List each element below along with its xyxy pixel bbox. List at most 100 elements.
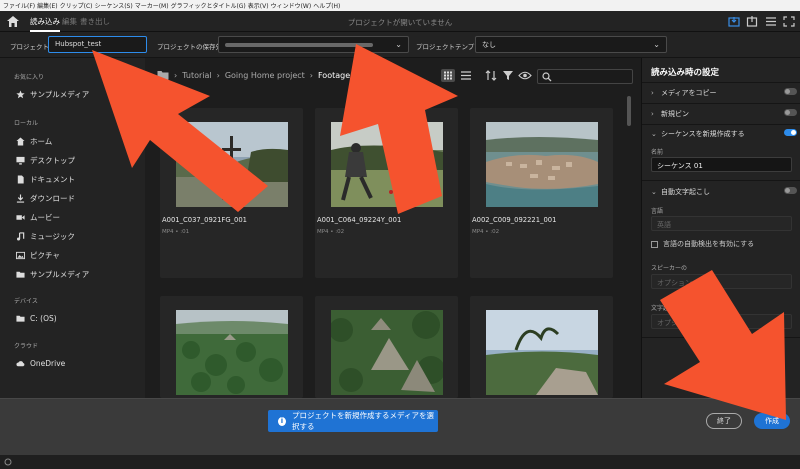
clip-thumbnail-cross bbox=[176, 122, 288, 207]
divider bbox=[642, 103, 800, 104]
caption-accuracy-label: 文字起こしの精 bbox=[651, 305, 694, 312]
eye-icon[interactable] bbox=[518, 69, 532, 82]
sidebar-item-drive-c[interactable]: C: (OS) bbox=[16, 314, 57, 323]
language-select[interactable]: 英語 bbox=[651, 216, 792, 231]
sidebar-item-movies[interactable]: ムービー bbox=[16, 212, 60, 223]
sequence-name-input[interactable]: シーケンス 01 bbox=[651, 157, 792, 172]
project-name-input[interactable]: Hubspot_test bbox=[48, 36, 147, 53]
project-status: プロジェクトが開いていません bbox=[347, 18, 453, 27]
filter-icon[interactable] bbox=[501, 69, 515, 82]
sidebar-item-pictures[interactable]: ピクチャ bbox=[16, 250, 60, 261]
select-media-info: i プロジェクトを新規作成するメディアを選択する bbox=[268, 410, 438, 432]
project-template-select[interactable]: なし ⌄ bbox=[475, 36, 667, 53]
breadcrumb-item-footage[interactable]: Footage bbox=[318, 71, 350, 80]
copy-media-label: メディアをコピー bbox=[661, 89, 717, 97]
menu-bar: ファイル(F) 編集(E) クリップ(C) シーケンス(S) マーカー(M) グ… bbox=[0, 0, 800, 11]
sidebar-item-desktop[interactable]: デスクトップ bbox=[16, 155, 75, 166]
auto-detect-label: 言語の自動検出を有効にする bbox=[663, 240, 755, 248]
create-sequence-row[interactable]: ⌄ シーケンスを新規作成する bbox=[651, 129, 797, 139]
favorites-heading: お気に入り bbox=[14, 74, 45, 81]
panel-menu-icon[interactable] bbox=[765, 16, 777, 27]
menu-view[interactable]: 表示(V) bbox=[248, 1, 269, 10]
fullscreen-icon[interactable] bbox=[783, 16, 795, 27]
media-card[interactable] bbox=[470, 296, 613, 398]
menu-edit[interactable]: 編集(E) bbox=[37, 1, 57, 10]
chevron-down-icon: ⌄ bbox=[653, 40, 660, 49]
exit-button[interactable]: 終了 bbox=[706, 413, 742, 429]
breadcrumb-item-going-home[interactable]: Going Home project bbox=[225, 71, 305, 80]
document-icon bbox=[17, 175, 24, 184]
sidebar-item-label: ミュージック bbox=[30, 232, 75, 241]
caption-accuracy-value: オプションを bbox=[657, 319, 699, 327]
project-location-select[interactable]: ⌄ bbox=[218, 36, 409, 53]
language-value: 英語 bbox=[657, 221, 671, 229]
status-bar bbox=[0, 455, 800, 469]
sidebar-item-home[interactable]: ホーム bbox=[16, 136, 52, 147]
new-bin-row[interactable]: › 新規ビン bbox=[651, 109, 797, 119]
divider bbox=[642, 180, 800, 181]
menu-graphics[interactable]: グラフィックとタイトル(G) bbox=[171, 1, 246, 10]
sidebar-item-onedrive[interactable]: OneDrive bbox=[16, 359, 65, 368]
breadcrumb-item-tutorial[interactable]: Tutorial bbox=[182, 71, 211, 80]
folder-icon bbox=[16, 271, 25, 278]
new-bin-toggle[interactable] bbox=[784, 109, 797, 116]
sidebar-item-sample-media[interactable]: サンプルメディア bbox=[16, 269, 89, 280]
image-icon bbox=[16, 251, 25, 260]
star-icon[interactable] bbox=[355, 70, 364, 80]
menu-file[interactable]: ファイル(F) bbox=[3, 1, 35, 10]
auto-caption-toggle[interactable] bbox=[784, 187, 797, 194]
clip-thumbnail-football bbox=[331, 122, 443, 207]
menu-help[interactable]: ヘルプ(H) bbox=[313, 1, 340, 10]
create-button[interactable]: 作成 bbox=[754, 413, 790, 429]
caption-accuracy-select[interactable]: オプションを bbox=[651, 314, 792, 329]
sidebar-item-label: ムービー bbox=[30, 213, 60, 222]
media-scrollbar[interactable] bbox=[627, 96, 631, 126]
media-card[interactable] bbox=[315, 296, 458, 398]
share-icon[interactable] bbox=[746, 16, 758, 27]
menu-clip[interactable]: クリップ(C) bbox=[60, 1, 93, 10]
folder-icon bbox=[16, 315, 25, 322]
monitor-icon bbox=[16, 156, 25, 165]
list-view-icon[interactable] bbox=[459, 69, 473, 82]
sidebar-item-downloads[interactable]: ダウンロード bbox=[16, 193, 75, 204]
clip-thumbnail-pyramid bbox=[331, 310, 443, 395]
create-sequence-toggle[interactable] bbox=[784, 129, 797, 136]
cloud-icon bbox=[16, 361, 25, 367]
sidebar-item-sample-media-fav[interactable]: サンプルメディア bbox=[16, 89, 89, 100]
auto-caption-row[interactable]: ⌄ 自動文字起こし bbox=[651, 187, 797, 197]
search-input[interactable] bbox=[537, 69, 633, 84]
divider bbox=[642, 337, 800, 338]
blurred-path bbox=[225, 43, 373, 47]
chevron-down-icon: ⌄ bbox=[651, 188, 657, 196]
clip-meta: MP4 • :02 bbox=[317, 229, 345, 235]
import-settings-title: 読み込み時の設定 bbox=[651, 68, 720, 78]
folder-icon bbox=[157, 71, 169, 80]
breadcrumb-separator: › bbox=[216, 70, 220, 80]
breadcrumb: › Tutorial › Going Home project › Footag… bbox=[157, 70, 364, 80]
sidebar-item-documents[interactable]: ドキュメント bbox=[16, 174, 75, 185]
star-icon bbox=[16, 90, 25, 99]
breadcrumb-separator: › bbox=[309, 70, 313, 80]
menu-window[interactable]: ウィンドウ(W) bbox=[271, 1, 312, 10]
copy-media-toggle[interactable] bbox=[784, 88, 797, 95]
checkbox-box[interactable] bbox=[651, 240, 658, 248]
sort-icon[interactable] bbox=[484, 69, 498, 82]
speaker-value: オプション bbox=[657, 279, 692, 287]
media-card[interactable]: A001_C064_09224Y_001 MP4 • :02 bbox=[315, 108, 458, 278]
media-card[interactable] bbox=[160, 296, 303, 398]
sidebar-item-music[interactable]: ミュージック bbox=[16, 231, 75, 242]
workspace-icon[interactable] bbox=[728, 16, 740, 27]
sidebar-item-label: ピクチャ bbox=[30, 251, 60, 260]
sidebar-item-label: サンプルメディア bbox=[30, 270, 90, 279]
media-card[interactable]: A002_C009_092221_001 MP4 • :02 bbox=[470, 108, 613, 278]
menu-marker[interactable]: マーカー(M) bbox=[135, 1, 169, 10]
speaker-select[interactable]: オプション bbox=[651, 274, 792, 289]
menu-sequence[interactable]: シーケンス(S) bbox=[95, 1, 133, 10]
info-icon: i bbox=[278, 416, 286, 426]
grid-view-icon[interactable] bbox=[441, 69, 455, 82]
copy-media-row[interactable]: › メディアをコピー bbox=[651, 88, 797, 98]
auto-detect-checkbox[interactable]: 言語の自動検出を有効にする bbox=[651, 239, 754, 249]
media-card[interactable]: A001_C037_0921FG_001 MP4 • :01 bbox=[160, 108, 303, 278]
status-icon bbox=[4, 458, 12, 466]
clip-thumbnail-ruins bbox=[486, 310, 598, 395]
